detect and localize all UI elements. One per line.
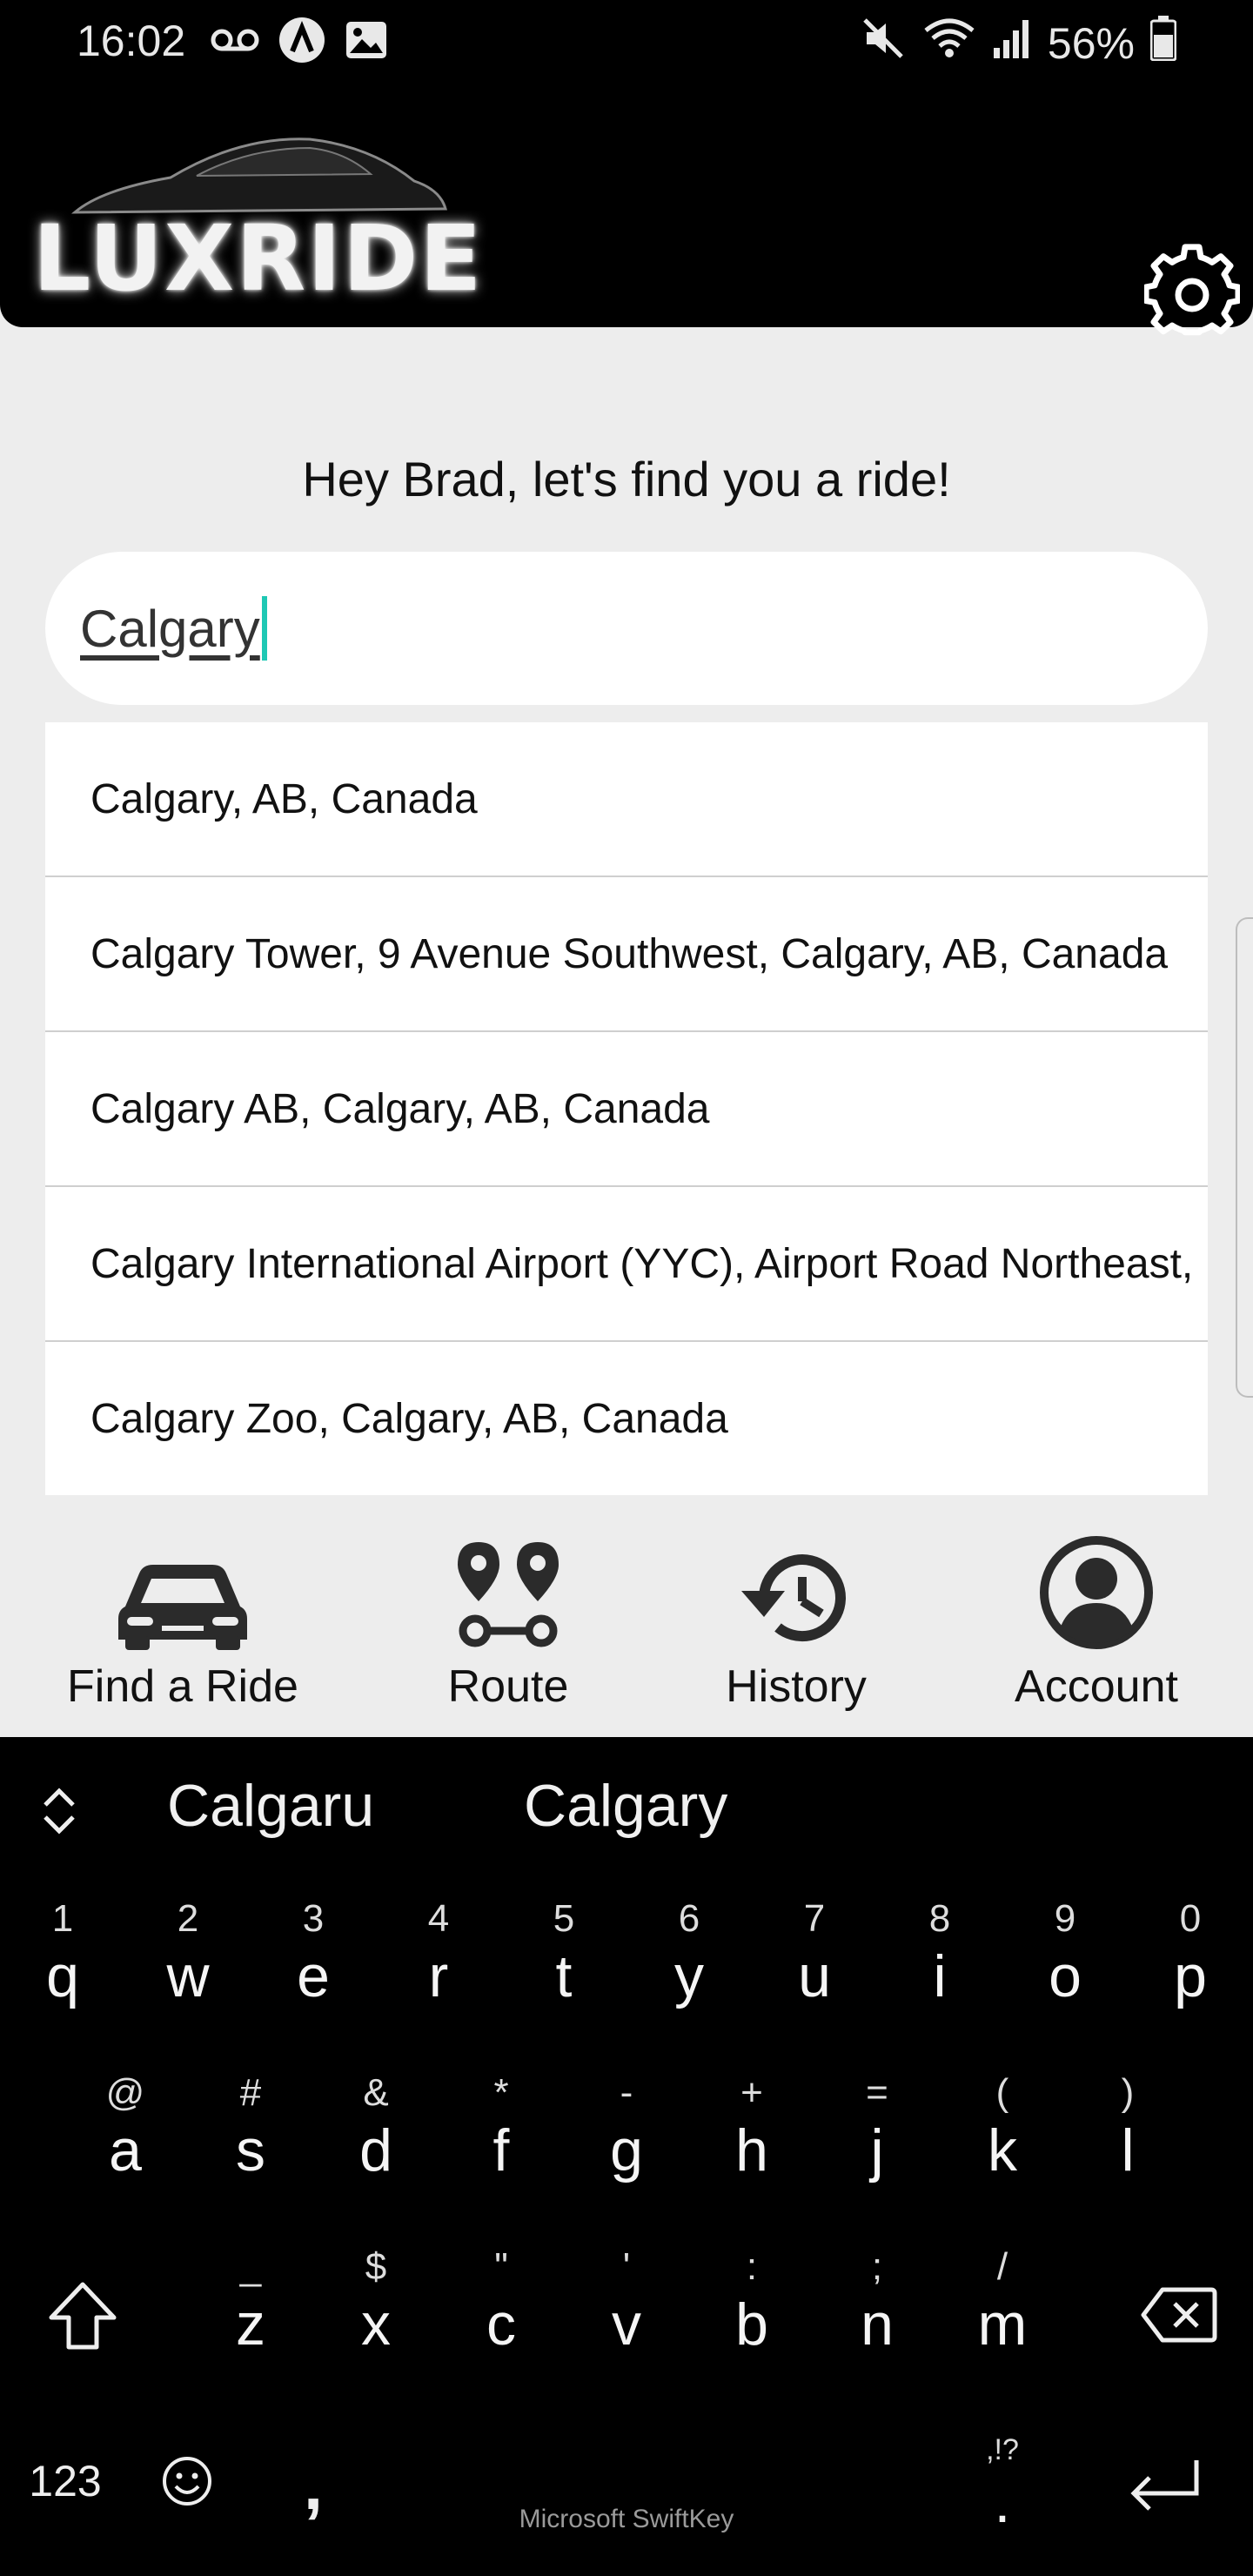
- key-i[interactable]: 8i: [877, 1897, 1002, 2071]
- destination-search-box[interactable]: Calgary: [45, 552, 1208, 705]
- nav-account[interactable]: Account: [992, 1495, 1201, 1737]
- wifi-icon: [922, 17, 976, 70]
- image-icon: [345, 20, 388, 64]
- nav-label: History: [726, 1661, 867, 1712]
- search-input-value: Calgary: [80, 599, 260, 658]
- keyboard-suggestion[interactable]: Calgaru: [167, 1772, 374, 1840]
- key-y[interactable]: 6y: [626, 1897, 752, 2071]
- nav-label: Account: [1015, 1661, 1178, 1712]
- nav-label: Find a Ride: [67, 1661, 298, 1712]
- key-q[interactable]: 1q: [0, 1897, 125, 2071]
- key-m[interactable]: / m: [940, 2245, 1065, 2419]
- destination-search-input[interactable]: Calgary: [80, 552, 1124, 705]
- app-a-icon: [278, 17, 325, 68]
- nav-route[interactable]: Route: [404, 1495, 613, 1737]
- suggestion-item[interactable]: Calgary Zoo, Calgary, AB, Canada: [45, 1342, 1208, 1495]
- nav-find-a-ride[interactable]: Find a Ride: [52, 1495, 313, 1737]
- route-icon: [458, 1542, 559, 1647]
- suggestion-item[interactable]: Calgary, AB, Canada: [45, 722, 1208, 877]
- key-t[interactable]: 5t: [501, 1897, 626, 2071]
- on-screen-keyboard: Calgaru Calgary 1q 2w 3e 4r 5t 6y 7u 8i …: [0, 1737, 1253, 2576]
- key-n[interactable]: ; n: [814, 2245, 940, 2419]
- key-a[interactable]: @ a: [63, 2071, 188, 2245]
- battery-percent: 56%: [1047, 19, 1135, 68]
- settings-button[interactable]: [1140, 238, 1244, 343]
- key-j[interactable]: = j: [814, 2071, 940, 2245]
- backspace-key[interactable]: [1122, 2263, 1236, 2367]
- app-header: LUXRIDE: [0, 85, 1253, 336]
- key-f[interactable]: * f: [439, 2071, 564, 2245]
- autocomplete-list: Calgary, AB, Canada Calgary Tower, 9 Ave…: [45, 722, 1208, 1495]
- smiley-icon: [163, 2457, 211, 2506]
- suggestion-item[interactable]: Calgary Tower, 9 Avenue Southwest, Calga…: [45, 877, 1208, 1032]
- notification-icons: [211, 17, 388, 64]
- nav-history[interactable]: History: [696, 1495, 896, 1737]
- logo-text: LUXRIDE: [33, 205, 484, 312]
- luxride-logo: LUXRIDE: [23, 129, 481, 312]
- edge-scroll-handle[interactable]: [1236, 917, 1253, 1398]
- key-x[interactable]: $ x: [313, 2245, 439, 2419]
- key-g[interactable]: -g: [564, 2071, 689, 2245]
- key-v[interactable]: ' v: [564, 2245, 689, 2419]
- gear-icon: [1144, 244, 1240, 336]
- key-h[interactable]: + h: [689, 2071, 814, 2245]
- key-b[interactable]: :b: [689, 2245, 814, 2419]
- suggestion-item[interactable]: Calgary International Airport (YYC), Air…: [45, 1187, 1208, 1342]
- keyboard-suggestion-bar: Calgaru Calgary: [0, 1737, 1253, 1878]
- status-bar: 16:02 56%: [0, 0, 1253, 85]
- key-l[interactable]: ) l: [1065, 2071, 1190, 2245]
- signal-icon: [992, 17, 1032, 70]
- key-k[interactable]: (k: [940, 2071, 1065, 2245]
- shift-arrow-icon: [49, 2282, 117, 2350]
- status-time: 16:02: [77, 17, 186, 65]
- greeting-heading: Hey Brad, let's find you a ride!: [302, 452, 951, 506]
- keyboard-brand-label: Microsoft SwiftKey: [519, 2505, 734, 2533]
- key-c[interactable]: " c: [439, 2245, 564, 2419]
- key-e[interactable]: 3e: [251, 1897, 376, 2071]
- nav-label: Route: [447, 1661, 569, 1712]
- system-status: 56%: [861, 16, 1177, 71]
- mute-icon: [861, 17, 907, 70]
- key-r[interactable]: 4r: [376, 1897, 501, 2071]
- backspace-icon: [1141, 2287, 1217, 2343]
- key-s[interactable]: # s: [188, 2071, 313, 2245]
- key-o[interactable]: 9o: [1002, 1897, 1128, 2071]
- bottom-navigation: Find a Ride Route History Account: [0, 1495, 1253, 1737]
- key-d[interactable]: & d: [313, 2071, 439, 2245]
- shift-key[interactable]: [26, 2259, 139, 2372]
- car-icon: [118, 1565, 247, 1650]
- key-u[interactable]: 7u: [752, 1897, 877, 2071]
- history-icon: [741, 1554, 846, 1641]
- battery-icon: [1149, 16, 1177, 71]
- key-z[interactable]: _ z: [188, 2245, 313, 2419]
- text-cursor: [261, 596, 267, 661]
- expand-toolbar-button[interactable]: [35, 1781, 84, 1841]
- suggestion-item[interactable]: Calgary AB, Calgary, AB, Canada: [45, 1032, 1208, 1187]
- key-p[interactable]: 0p: [1128, 1897, 1253, 2071]
- keyboard-suggestion[interactable]: Calgary: [524, 1772, 727, 1840]
- key-w[interactable]: 2w: [125, 1897, 251, 2071]
- voicemail-icon: [211, 27, 259, 57]
- account-icon: [1040, 1536, 1153, 1649]
- chevron-up-down-icon: [44, 1788, 75, 1835]
